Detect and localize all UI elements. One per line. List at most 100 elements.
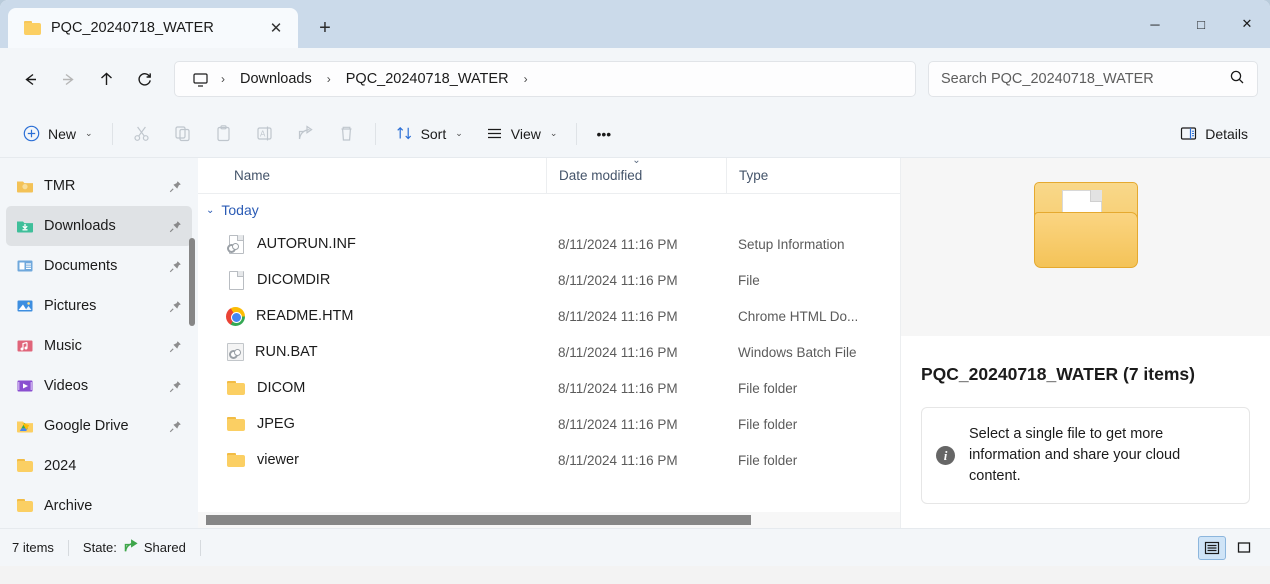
tab-title: PQC_20240718_WATER (51, 20, 214, 36)
file-name-cell: DICOM (198, 378, 546, 398)
folder-icon (226, 414, 246, 434)
folder-icon (226, 450, 246, 470)
status-bar: 7 items State: Shared (0, 528, 1270, 566)
new-button[interactable]: New ⌄ (12, 116, 103, 152)
type-cell: File (738, 272, 760, 288)
pin-icon[interactable] (169, 260, 182, 273)
sidebar-item-label: Music (44, 338, 82, 354)
cut-button[interactable] (122, 116, 161, 152)
music-icon (16, 337, 34, 355)
minimize-button[interactable]: ─ (1132, 0, 1178, 48)
sidebar-item-documents[interactable]: Documents (6, 246, 192, 286)
rename-button[interactable]: A (245, 116, 284, 152)
more-options-button[interactable]: ••• (586, 116, 621, 152)
new-tab-button[interactable]: + (308, 11, 342, 45)
large-icons-view-button[interactable] (1230, 536, 1258, 560)
breadcrumb-trailing-chevron[interactable]: › (519, 72, 533, 86)
details-info-text: Select a single file to get more informa… (969, 426, 1181, 485)
this-pc-icon[interactable] (187, 71, 214, 88)
paste-button[interactable] (204, 116, 243, 152)
state-label: State: (82, 540, 117, 555)
address-bar[interactable]: › Downloads › PQC_20240718_WATER › (174, 61, 916, 97)
sidebar-item-google-drive[interactable]: Google Drive (6, 406, 192, 446)
breadcrumb-pqc-20240718-water[interactable]: PQC_20240718_WATER (338, 67, 517, 91)
status-divider (199, 539, 201, 556)
close-tab-icon[interactable]: ✕ (262, 14, 290, 42)
content-area: TMR Downloads Documents Pictures Music V… (0, 155, 1270, 528)
sidebar-item-music[interactable]: Music (6, 326, 192, 366)
details-info-card: i Select a single file to get more infor… (921, 407, 1250, 505)
date-modified-cell: 8/11/2024 11:16 PM (558, 236, 678, 252)
item-count: 7 items (12, 540, 54, 555)
file-name-cell: README.HTM (198, 306, 546, 326)
table-row[interactable]: DICOMDIR 8/11/2024 11:16 PM File (198, 262, 900, 298)
tab-pqc-20240718-water[interactable]: PQC_20240718_WATER ✕ (8, 8, 298, 48)
chevron-down-icon: ⌄ (206, 204, 215, 216)
pin-icon[interactable] (169, 420, 182, 433)
forward-button[interactable] (50, 61, 86, 97)
chevron-down-icon: ⌄ (455, 128, 463, 138)
sidebar-item-videos[interactable]: Videos (6, 366, 192, 406)
type-cell: File folder (738, 416, 798, 432)
view-button[interactable]: View ⌄ (475, 116, 568, 152)
search-icon[interactable] (1229, 69, 1245, 90)
pin-icon[interactable] (169, 180, 182, 193)
close-window-button[interactable]: ✕ (1224, 0, 1270, 48)
file-name-cell: AUTORUN.INF (198, 234, 546, 254)
column-header-type[interactable]: Type (726, 157, 876, 194)
navigation-pane: TMR Downloads Documents Pictures Music V… (0, 158, 198, 528)
pin-icon[interactable] (169, 380, 182, 393)
column-header-date-modified[interactable]: ⌄ Date modified (546, 155, 726, 194)
folder-icon (24, 21, 41, 35)
type-cell: Windows Batch File (738, 344, 857, 360)
sidebar-item-tmr[interactable]: TMR (6, 166, 192, 206)
table-row[interactable]: RUN.BAT 8/11/2024 11:16 PM Windows Batch… (198, 334, 900, 370)
file-name-cell: DICOMDIR (198, 270, 546, 290)
refresh-button[interactable] (126, 61, 162, 97)
horizontal-scrollbar[interactable] (198, 512, 900, 528)
table-row[interactable]: DICOM 8/11/2024 11:16 PM File folder (198, 370, 900, 406)
share-button[interactable] (286, 116, 325, 152)
sidebar-item-label: Pictures (44, 298, 97, 314)
group-header-today[interactable]: ⌄ Today (198, 194, 900, 226)
sidebar-item-archive[interactable]: Archive (6, 486, 192, 526)
details-pane-button[interactable]: Details (1169, 116, 1258, 152)
pin-icon[interactable] (169, 300, 182, 313)
maximize-button[interactable]: □ (1178, 0, 1224, 48)
generic-file-icon (226, 270, 246, 290)
documents-icon (16, 257, 34, 275)
search-input[interactable] (941, 71, 1229, 87)
file-name: README.HTM (256, 308, 354, 324)
back-button[interactable] (12, 61, 48, 97)
file-name: AUTORUN.INF (257, 236, 356, 252)
horizontal-scrollbar-thumb[interactable] (206, 515, 751, 525)
up-button[interactable] (88, 61, 124, 97)
table-row[interactable]: viewer 8/11/2024 11:16 PM File folder (198, 442, 900, 478)
details-pane: PQC_20240718_WATER (7 items) i Select a … (900, 158, 1270, 528)
table-row[interactable]: AUTORUN.INF 8/11/2024 11:16 PM Setup Inf… (198, 226, 900, 262)
folder-icon (16, 497, 34, 515)
table-row[interactable]: README.HTM 8/11/2024 11:16 PM Chrome HTM… (198, 298, 900, 334)
date-modified-cell: 8/11/2024 11:16 PM (558, 380, 678, 396)
copy-button[interactable] (163, 116, 202, 152)
delete-button[interactable] (327, 116, 366, 152)
file-name: DICOMDIR (257, 272, 331, 288)
breadcrumb-separator: › (221, 72, 225, 86)
pin-icon[interactable] (169, 340, 182, 353)
date-modified-cell: 8/11/2024 11:16 PM (558, 452, 678, 468)
sidebar-scrollbar-thumb[interactable] (189, 238, 195, 326)
sidebar-item-2024[interactable]: 2024 (6, 446, 192, 486)
table-row[interactable]: JPEG 8/11/2024 11:16 PM File folder (198, 406, 900, 442)
pin-icon[interactable] (169, 220, 182, 233)
breadcrumb-downloads[interactable]: Downloads (232, 67, 320, 91)
details-view-button[interactable] (1198, 535, 1226, 560)
type-cell: Chrome HTML Do... (738, 308, 859, 324)
sidebar-item-downloads[interactable]: Downloads (6, 206, 192, 246)
sort-button[interactable]: Sort ⌄ (385, 116, 473, 152)
column-header-name[interactable]: Name (198, 158, 546, 194)
sidebar-item-pictures[interactable]: Pictures (6, 286, 192, 326)
window-controls: ─ □ ✕ (1132, 0, 1270, 48)
tab-strip: PQC_20240718_WATER ✕ + (0, 0, 342, 48)
search-box[interactable] (928, 61, 1258, 97)
details-title: PQC_20240718_WATER (7 items) (921, 364, 1195, 384)
